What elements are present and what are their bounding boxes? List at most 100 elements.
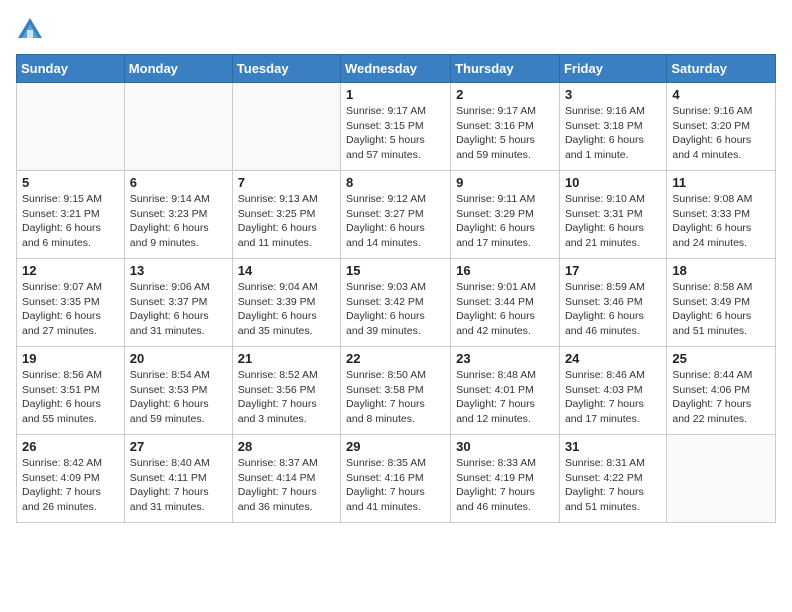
day-number: 8 <box>346 175 445 190</box>
day-number: 11 <box>672 175 770 190</box>
day-cell: 7 Sunrise: 9:13 AM Sunset: 3:25 PM Daylig… <box>232 171 340 259</box>
week-row-4: 19 Sunrise: 8:56 AM Sunset: 3:51 PM Dayli… <box>17 347 776 435</box>
day-number: 7 <box>238 175 335 190</box>
day-cell: 9 Sunrise: 9:11 AM Sunset: 3:29 PM Daylig… <box>451 171 560 259</box>
day-number: 9 <box>456 175 554 190</box>
day-number: 12 <box>22 263 119 278</box>
day-info: Sunrise: 9:17 AM Sunset: 3:15 PM Dayligh… <box>346 104 445 163</box>
day-number: 16 <box>456 263 554 278</box>
day-cell: 27 Sunrise: 8:40 AM Sunset: 4:11 PM Dayli… <box>124 435 232 523</box>
day-cell: 17 Sunrise: 8:59 AM Sunset: 3:46 PM Dayli… <box>559 259 666 347</box>
day-number: 10 <box>565 175 661 190</box>
column-header-sunday: Sunday <box>17 55 125 83</box>
day-cell: 1 Sunrise: 9:17 AM Sunset: 3:15 PM Daylig… <box>341 83 451 171</box>
day-cell: 4Sunrise: 9:16 AM Sunset: 3:20 PM Daylig… <box>667 83 776 171</box>
day-number: 21 <box>238 351 335 366</box>
day-cell: 18 Sunrise: 8:58 AM Sunset: 3:49 PM Dayli… <box>667 259 776 347</box>
day-info: Sunrise: 9:03 AM Sunset: 3:42 PM Dayligh… <box>346 280 445 339</box>
day-info: Sunrise: 8:58 AM Sunset: 3:49 PM Dayligh… <box>672 280 770 339</box>
day-cell: 30Sunrise: 8:33 AM Sunset: 4:19 PM Dayli… <box>451 435 560 523</box>
day-cell: 16 Sunrise: 9:01 AM Sunset: 3:44 PM Dayli… <box>451 259 560 347</box>
day-number: 31 <box>565 439 661 454</box>
day-info: Sunrise: 8:40 AM Sunset: 4:11 PM Dayligh… <box>130 456 227 515</box>
day-cell: 15 Sunrise: 9:03 AM Sunset: 3:42 PM Dayli… <box>341 259 451 347</box>
page-header <box>16 16 776 44</box>
day-number: 19 <box>22 351 119 366</box>
day-cell: 11 Sunrise: 9:08 AM Sunset: 3:33 PM Dayli… <box>667 171 776 259</box>
day-info: Sunrise: 8:46 AM Sunset: 4:03 PM Dayligh… <box>565 368 661 427</box>
day-info: Sunrise: 9:01 AM Sunset: 3:44 PM Dayligh… <box>456 280 554 339</box>
day-info: Sunrise: 8:59 AM Sunset: 3:46 PM Dayligh… <box>565 280 661 339</box>
day-number: 3 <box>565 87 661 102</box>
day-number: 29 <box>346 439 445 454</box>
day-number: 22 <box>346 351 445 366</box>
week-row-1: 1 Sunrise: 9:17 AM Sunset: 3:15 PM Daylig… <box>17 83 776 171</box>
day-info: Sunrise: 9:15 AM Sunset: 3:21 PM Dayligh… <box>22 192 119 251</box>
day-info: Sunrise: 8:56 AM Sunset: 3:51 PM Dayligh… <box>22 368 119 427</box>
day-info: Sunrise: 8:33 AM Sunset: 4:19 PM Dayligh… <box>456 456 554 515</box>
day-info: Sunrise: 9:10 AM Sunset: 3:31 PM Dayligh… <box>565 192 661 251</box>
day-cell <box>667 435 776 523</box>
day-number: 6 <box>130 175 227 190</box>
day-number: 2 <box>456 87 554 102</box>
day-info: Sunrise: 8:37 AM Sunset: 4:14 PM Dayligh… <box>238 456 335 515</box>
calendar-table: SundayMondayTuesdayWednesdayThursdayFrid… <box>16 54 776 523</box>
day-number: 15 <box>346 263 445 278</box>
day-number: 14 <box>238 263 335 278</box>
day-number: 13 <box>130 263 227 278</box>
day-cell <box>124 83 232 171</box>
week-row-2: 5Sunrise: 9:15 AM Sunset: 3:21 PM Daylig… <box>17 171 776 259</box>
day-number: 27 <box>130 439 227 454</box>
day-info: Sunrise: 9:04 AM Sunset: 3:39 PM Dayligh… <box>238 280 335 339</box>
day-number: 20 <box>130 351 227 366</box>
day-cell: 19 Sunrise: 8:56 AM Sunset: 3:51 PM Dayli… <box>17 347 125 435</box>
day-number: 18 <box>672 263 770 278</box>
day-info: Sunrise: 8:35 AM Sunset: 4:16 PM Dayligh… <box>346 456 445 515</box>
day-number: 24 <box>565 351 661 366</box>
day-info: Sunrise: 8:42 AM Sunset: 4:09 PM Dayligh… <box>22 456 119 515</box>
day-cell: 10 Sunrise: 9:10 AM Sunset: 3:31 PM Dayli… <box>559 171 666 259</box>
day-info: Sunrise: 9:12 AM Sunset: 3:27 PM Dayligh… <box>346 192 445 251</box>
day-cell: 12 Sunrise: 9:07 AM Sunset: 3:35 PM Dayli… <box>17 259 125 347</box>
day-number: 23 <box>456 351 554 366</box>
day-info: Sunrise: 9:07 AM Sunset: 3:35 PM Dayligh… <box>22 280 119 339</box>
day-cell: 28 Sunrise: 8:37 AM Sunset: 4:14 PM Dayli… <box>232 435 340 523</box>
column-header-thursday: Thursday <box>451 55 560 83</box>
day-info: Sunrise: 8:54 AM Sunset: 3:53 PM Dayligh… <box>130 368 227 427</box>
day-cell: 29 Sunrise: 8:35 AM Sunset: 4:16 PM Dayli… <box>341 435 451 523</box>
day-cell: 23Sunrise: 8:48 AM Sunset: 4:01 PM Dayli… <box>451 347 560 435</box>
day-info: Sunrise: 8:44 AM Sunset: 4:06 PM Dayligh… <box>672 368 770 427</box>
day-cell: 22 Sunrise: 8:50 AM Sunset: 3:58 PM Dayli… <box>341 347 451 435</box>
day-cell: 26 Sunrise: 8:42 AM Sunset: 4:09 PM Dayli… <box>17 435 125 523</box>
day-number: 4 <box>672 87 770 102</box>
week-row-5: 26 Sunrise: 8:42 AM Sunset: 4:09 PM Dayli… <box>17 435 776 523</box>
day-cell: 6 Sunrise: 9:14 AM Sunset: 3:23 PM Daylig… <box>124 171 232 259</box>
column-header-wednesday: Wednesday <box>341 55 451 83</box>
day-info: Sunrise: 8:50 AM Sunset: 3:58 PM Dayligh… <box>346 368 445 427</box>
day-number: 1 <box>346 87 445 102</box>
column-header-saturday: Saturday <box>667 55 776 83</box>
day-info: Sunrise: 9:11 AM Sunset: 3:29 PM Dayligh… <box>456 192 554 251</box>
day-cell: 25 Sunrise: 8:44 AM Sunset: 4:06 PM Dayli… <box>667 347 776 435</box>
week-row-3: 12 Sunrise: 9:07 AM Sunset: 3:35 PM Dayli… <box>17 259 776 347</box>
day-number: 17 <box>565 263 661 278</box>
column-header-friday: Friday <box>559 55 666 83</box>
day-cell: 3Sunrise: 9:16 AM Sunset: 3:18 PM Daylig… <box>559 83 666 171</box>
logo <box>16 16 48 44</box>
column-header-tuesday: Tuesday <box>232 55 340 83</box>
day-cell: 31 Sunrise: 8:31 AM Sunset: 4:22 PM Dayli… <box>559 435 666 523</box>
day-cell: 13Sunrise: 9:06 AM Sunset: 3:37 PM Dayli… <box>124 259 232 347</box>
day-info: Sunrise: 9:17 AM Sunset: 3:16 PM Dayligh… <box>456 104 554 163</box>
column-header-monday: Monday <box>124 55 232 83</box>
day-info: Sunrise: 8:31 AM Sunset: 4:22 PM Dayligh… <box>565 456 661 515</box>
day-number: 25 <box>672 351 770 366</box>
day-number: 28 <box>238 439 335 454</box>
day-cell: 5Sunrise: 9:15 AM Sunset: 3:21 PM Daylig… <box>17 171 125 259</box>
day-number: 26 <box>22 439 119 454</box>
day-cell: 24 Sunrise: 8:46 AM Sunset: 4:03 PM Dayli… <box>559 347 666 435</box>
day-info: Sunrise: 9:08 AM Sunset: 3:33 PM Dayligh… <box>672 192 770 251</box>
day-info: Sunrise: 9:14 AM Sunset: 3:23 PM Dayligh… <box>130 192 227 251</box>
day-cell: 20 Sunrise: 8:54 AM Sunset: 3:53 PM Dayli… <box>124 347 232 435</box>
day-cell: 14 Sunrise: 9:04 AM Sunset: 3:39 PM Dayli… <box>232 259 340 347</box>
day-info: Sunrise: 9:13 AM Sunset: 3:25 PM Dayligh… <box>238 192 335 251</box>
